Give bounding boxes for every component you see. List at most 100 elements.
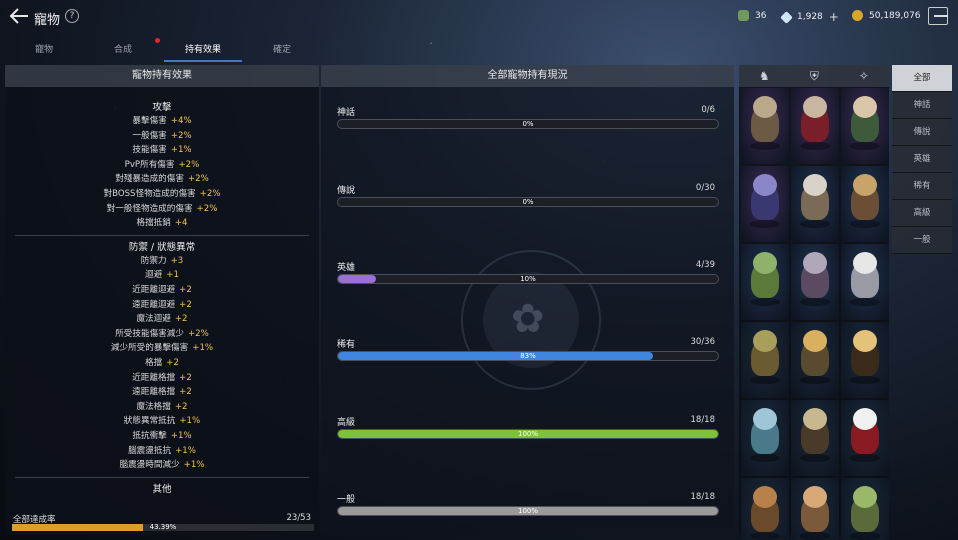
back-arrow-icon[interactable] xyxy=(8,6,32,28)
goat-warrior-pet-icon[interactable] xyxy=(741,88,789,164)
pet-shadow xyxy=(750,220,780,228)
stat-name: 抵抗衝擊 xyxy=(132,431,167,441)
resource-value: 1,928 xyxy=(797,12,823,22)
panel-title: 寵物持有效果 xyxy=(5,65,319,87)
stat-name: 近距離迴避 xyxy=(132,285,176,295)
stat-row: 防禦力 +3 xyxy=(5,254,319,266)
rarity-name: 傳說 xyxy=(337,186,356,196)
add-diamond-button[interactable]: + xyxy=(829,10,839,24)
pet-shadow xyxy=(850,454,880,462)
dark-elf-pet-icon[interactable] xyxy=(841,88,889,164)
white-elf-pet-icon[interactable] xyxy=(841,244,889,320)
rarity-row: 英雄 4/39 10% xyxy=(337,260,719,284)
rarity-progress-text: 83% xyxy=(520,352,536,360)
rarity-progress-bar: 100% xyxy=(337,429,719,439)
stat-row: 腦震盪時間減少 +1% xyxy=(5,458,319,470)
resource-value: 50,189,076 xyxy=(869,10,921,21)
goblin-pet-icon[interactable] xyxy=(841,478,889,540)
shield-type-icon[interactable]: ⛨ xyxy=(810,69,819,84)
pet-shadow xyxy=(850,532,880,540)
filter-button[interactable]: 一般 xyxy=(892,227,952,254)
stat-value: +2% xyxy=(187,328,209,339)
total-achievement-count: 23/53 xyxy=(286,513,312,523)
stat-name: 狀態異常抵抗 xyxy=(123,416,176,427)
collection-status-panel: 全部寵物持有現況 ✿ 神話 0/6 0% 傳說 0/30 0% 英雄 4/39 10% 稀有 30/… xyxy=(321,65,734,535)
pet-head xyxy=(853,330,877,352)
rarity-progress-bar: 0% xyxy=(337,119,719,129)
paw-icon: ✿ xyxy=(511,296,545,342)
gold-coin-icon xyxy=(852,10,863,21)
ice-wolf-pet-icon[interactable] xyxy=(741,400,789,476)
monkey-pet-icon[interactable] xyxy=(741,478,789,540)
filter-button[interactable]: 稀有 xyxy=(892,173,952,200)
stat-value: +4 xyxy=(174,218,188,229)
filter-button[interactable]: 神話 xyxy=(892,92,952,119)
exit-icon[interactable] xyxy=(928,7,948,25)
orc-pet-icon[interactable] xyxy=(741,322,789,398)
stat-name: 遠距離格擋 xyxy=(132,387,176,398)
stone-golem-pet-icon[interactable] xyxy=(791,166,839,242)
pet-shadow xyxy=(800,142,830,150)
pet-head xyxy=(853,252,877,274)
pet-type-icon[interactable]: ♞ xyxy=(759,69,770,83)
stat-name: 對殘暴造成的傷害 xyxy=(115,174,184,185)
pet-head xyxy=(853,486,877,508)
rarity-row: 稀有 30/36 83% xyxy=(337,337,719,361)
stat-row: 格擋 +2 xyxy=(5,356,319,368)
stat-row: 腦震盪抵抗 +1% xyxy=(5,444,319,456)
stat-name: PvP所有傷害 xyxy=(124,159,175,170)
stat-row: 迴避 +1 xyxy=(5,268,319,280)
page-title: 寵物 xyxy=(34,13,61,28)
stat-row: 暴擊傷害 +4% xyxy=(5,114,319,126)
pet-shadow xyxy=(850,220,880,228)
tab-synthesis[interactable]: 合成 xyxy=(93,42,153,55)
horned-helm-pet-icon[interactable] xyxy=(791,244,839,320)
golden-knight-pet-icon[interactable] xyxy=(791,322,839,398)
red-demon-pet-icon[interactable] xyxy=(791,88,839,164)
stat-value: +1% xyxy=(170,431,192,441)
tab-confirm[interactable]: 確定 xyxy=(252,42,312,55)
stat-value: +1% xyxy=(175,445,196,456)
stat-value: +2% xyxy=(187,174,209,185)
lizard-pet-icon[interactable] xyxy=(741,244,789,320)
stat-name: 遠距離迴避 xyxy=(132,299,176,310)
bone-warrior-pet-icon[interactable] xyxy=(791,400,839,476)
pet-shadow xyxy=(750,454,780,462)
pet-head xyxy=(753,408,777,430)
void-beast-pet-icon[interactable] xyxy=(741,166,789,242)
tab-holding-effect[interactable]: 持有效果 xyxy=(173,42,233,55)
stat-group-title: 防禦 / 狀態異常 xyxy=(128,241,196,253)
knight-pet-icon[interactable] xyxy=(841,166,889,242)
filter-button[interactable]: 高級 xyxy=(892,200,952,227)
filter-button[interactable]: 英雄 xyxy=(892,146,952,173)
rarity-count: 0/30 xyxy=(695,183,715,193)
stat-value: +3 xyxy=(170,255,184,266)
resource-value: 36 xyxy=(755,10,767,21)
tab-pet[interactable]: 寵物 xyxy=(14,42,74,55)
filter-button[interactable]: 全部 xyxy=(892,65,952,92)
pet-head xyxy=(803,174,827,196)
filter-button[interactable]: 傳說 xyxy=(892,119,952,146)
group-divider xyxy=(15,476,309,478)
stat-row: 近距離迴避 +2 xyxy=(5,283,319,295)
stat-name: 腦震盪抵抗 xyxy=(128,445,172,456)
pet-shadow xyxy=(750,298,780,306)
stat-name: 格擋 xyxy=(145,358,163,368)
stat-row: 魔法迴避 +2 xyxy=(5,312,319,324)
total-progress-bar: 43.39% xyxy=(12,524,314,531)
pet-type-header: ♞ ⛨ ✧ xyxy=(739,65,889,87)
resource-gem-bag: 36 xyxy=(738,10,766,21)
pyramid-pet-icon[interactable] xyxy=(841,322,889,398)
pet-head xyxy=(853,174,877,196)
dwarf-pet-icon[interactable] xyxy=(791,478,839,540)
panda-mage-pet-icon[interactable] xyxy=(841,400,889,476)
stat-row: 狀態異常抵抗 +1% xyxy=(5,414,319,426)
star-type-icon[interactable]: ✧ xyxy=(859,69,869,83)
stat-name: 格擋抵銷 xyxy=(136,218,171,229)
pet-shadow xyxy=(800,220,830,228)
stat-name: 防禦力 xyxy=(140,255,167,266)
help-icon[interactable]: ? xyxy=(65,9,79,23)
stat-row: 近距離格擋 +2 xyxy=(5,371,319,383)
stat-row: 格擋抵銷 +4 xyxy=(5,216,319,228)
rarity-count: 18/18 xyxy=(690,415,716,425)
